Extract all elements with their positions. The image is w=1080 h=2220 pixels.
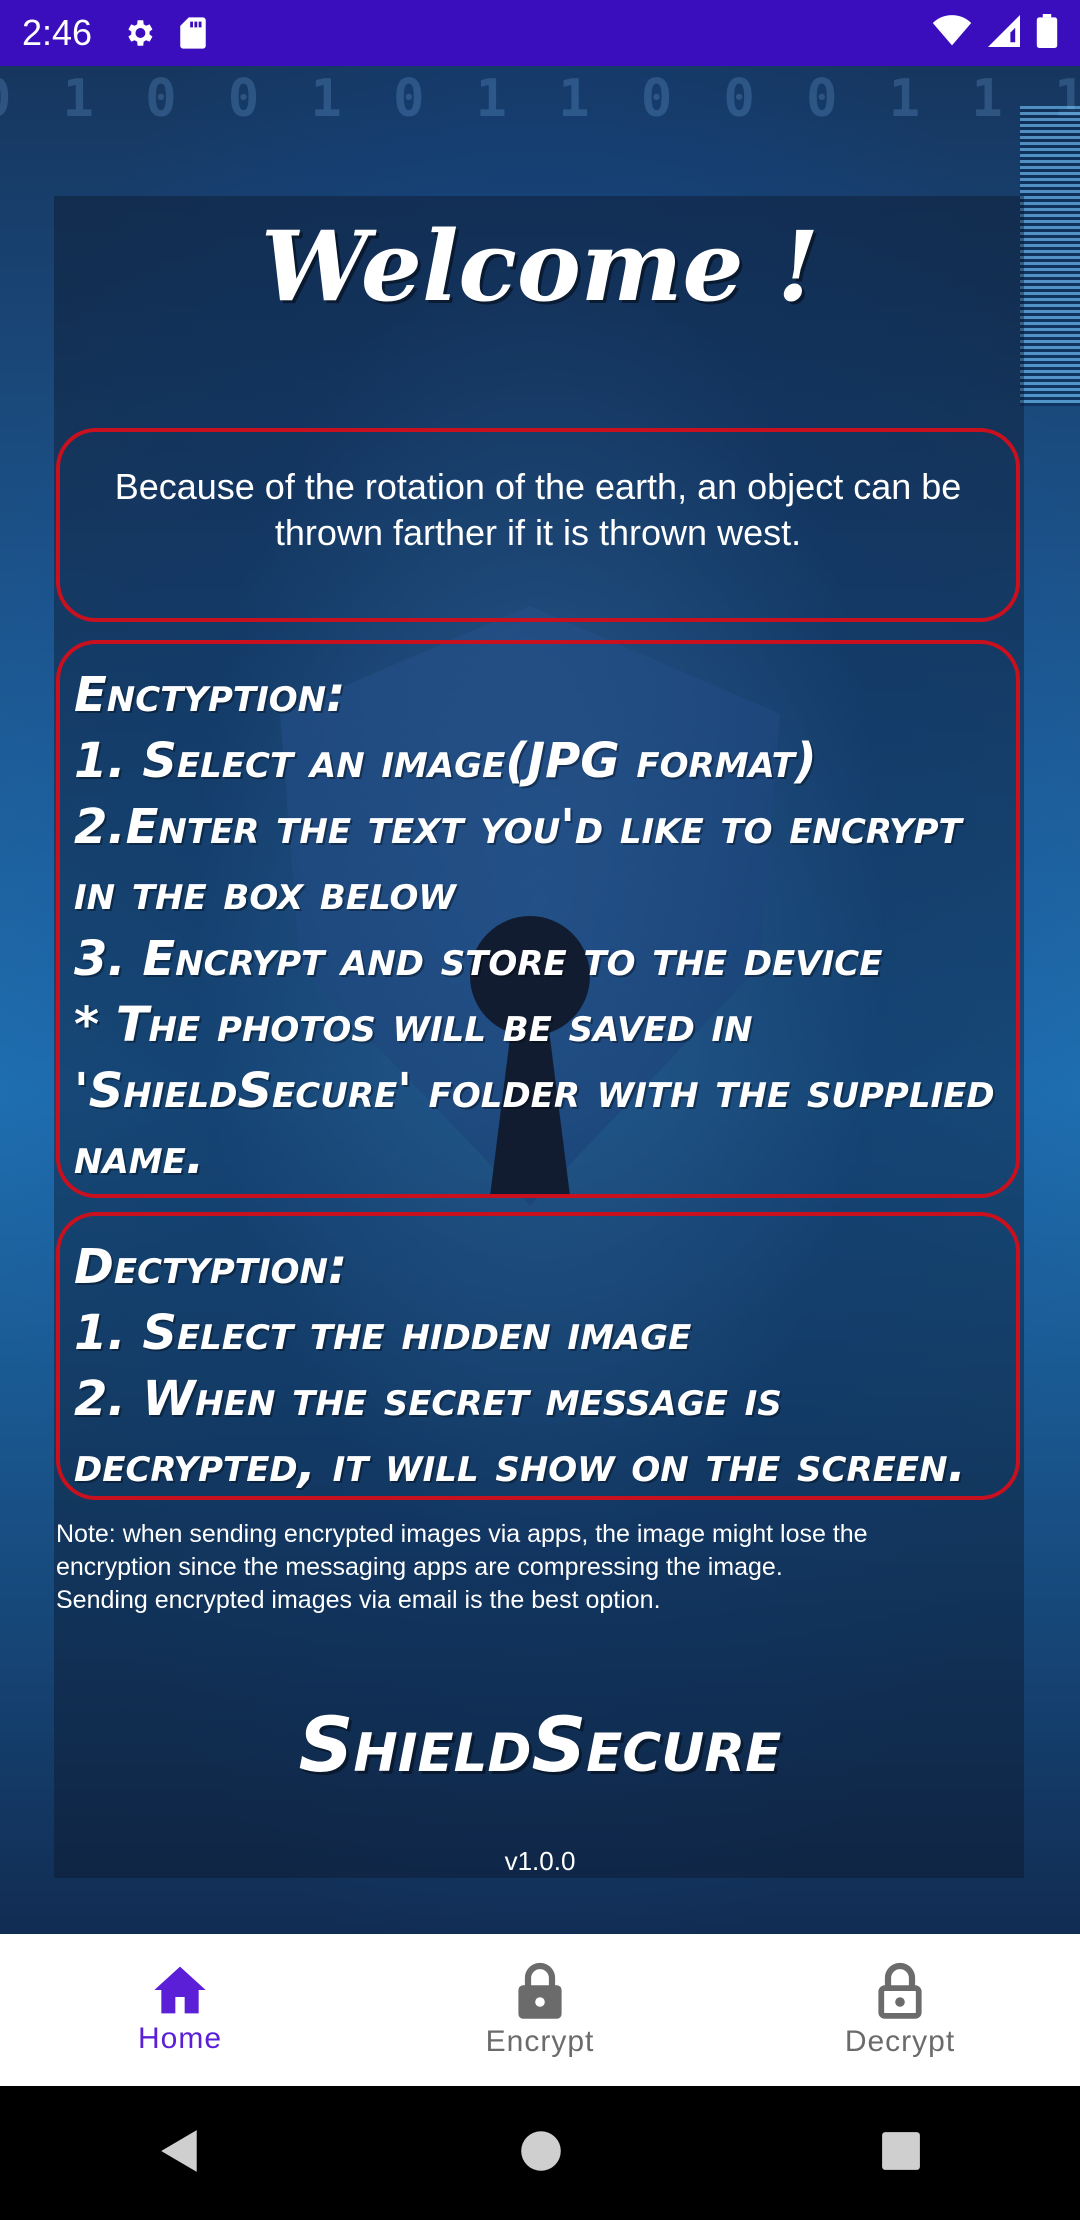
encryption-note: * The photos will be saved in bbox=[74, 997, 753, 1053]
nav-decrypt-label: Decrypt bbox=[844, 2025, 956, 2058]
nav-home-label: Home bbox=[137, 2022, 223, 2055]
encryption-step: in the box below bbox=[74, 865, 456, 921]
encryption-note: 'ShieldSecure' folder with the supplied bbox=[74, 1063, 995, 1119]
encryption-heading: Enctyption: bbox=[74, 667, 346, 723]
encryption-step: 2.Enter the text you'd like to encrypt bbox=[74, 799, 962, 855]
home-circle-icon[interactable] bbox=[519, 2129, 563, 2178]
decryption-heading: Dectyption: bbox=[74, 1239, 348, 1295]
status-bar: 2:46 bbox=[0, 0, 1080, 66]
note-line: Note: when sending encrypted images via … bbox=[56, 1520, 868, 1548]
lock-icon bbox=[518, 1962, 562, 2019]
bottom-navigation: Home Encrypt Decrypt bbox=[0, 1934, 1080, 2086]
decryption-step: 2. When the secret message is bbox=[74, 1371, 782, 1427]
nav-decrypt[interactable]: Decrypt bbox=[720, 1934, 1080, 2086]
system-navigation-bar bbox=[0, 2086, 1080, 2220]
wifi-icon bbox=[932, 14, 972, 52]
sd-card-icon bbox=[178, 16, 208, 50]
encryption-step: 1. Select an image(JPG format) bbox=[74, 733, 817, 789]
encryption-instructions: Enctyption: 1. Select an image(JPG forma… bbox=[56, 640, 1020, 1198]
note-line: Sending encrypted images via email is th… bbox=[56, 1586, 661, 1614]
version-label: v1.0.0 bbox=[504, 1846, 576, 1876]
decryption-step: 1. Select the hidden image bbox=[74, 1305, 692, 1361]
back-icon[interactable] bbox=[158, 2128, 202, 2179]
note-text: Note: when sending encrypted images via … bbox=[56, 1518, 1016, 1617]
decryption-instructions: Dectyption: 1. Select the hidden image 2… bbox=[56, 1212, 1020, 1500]
nav-encrypt-label: Encrypt bbox=[485, 2025, 595, 2058]
note-line: encryption since the messaging apps are … bbox=[56, 1553, 783, 1581]
encryption-note: name. bbox=[74, 1129, 205, 1185]
brand-logo: ShieldSecure bbox=[298, 1700, 782, 1789]
decryption-step: decrypted, it will show on the screen. bbox=[74, 1437, 966, 1493]
welcome-title: Welcome ! bbox=[260, 210, 820, 323]
nav-home[interactable]: Home bbox=[0, 1934, 360, 2086]
recents-icon[interactable] bbox=[880, 2130, 922, 2177]
nav-encrypt[interactable]: Encrypt bbox=[360, 1934, 720, 2086]
battery-icon bbox=[1036, 13, 1058, 53]
gear-icon bbox=[122, 16, 156, 50]
encryption-step: 3. Encrypt and store to the device bbox=[74, 931, 883, 987]
fact-text: Because of the rotation of the earth, an… bbox=[114, 466, 962, 553]
unlock-icon bbox=[878, 1962, 922, 2019]
fact-box: Because of the rotation of the earth, an… bbox=[56, 428, 1020, 622]
status-time: 2:46 bbox=[22, 12, 93, 53]
home-icon bbox=[154, 1966, 206, 2014]
signal-icon bbox=[988, 14, 1020, 52]
